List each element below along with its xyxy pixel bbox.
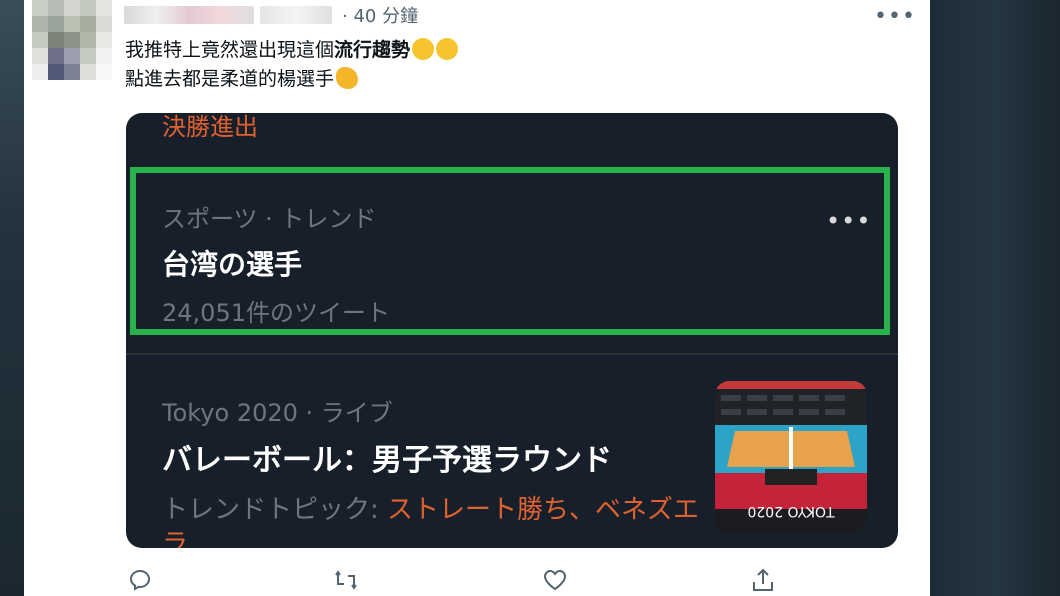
trend2-topic: トレンドトピック: ストレート勝ち、ベネズエラ xyxy=(162,493,702,548)
trend2-topic-prefix: トレンドトピック: xyxy=(162,495,388,525)
trend-tweet-count: 24,051件のツイート xyxy=(162,299,390,327)
action-bar xyxy=(128,568,888,594)
tweet-text-line1: 我推特上竟然還出現這個流行趨勢 xyxy=(125,36,459,65)
background-right xyxy=(930,0,1060,596)
user-names[interactable]: · 40 分鐘 xyxy=(124,2,418,28)
more-icon[interactable]: ••• xyxy=(874,4,916,29)
tweet-text-bold: 流行趨勢 xyxy=(334,39,411,61)
divider xyxy=(126,353,898,355)
tweet-text-line2-content: 點進去都是柔道的楊選手 xyxy=(125,68,335,90)
tweet-text: 我推特上竟然還出現這個流行趨勢 點進去都是柔道的楊選手 xyxy=(125,36,459,94)
background-left xyxy=(0,0,24,596)
trend2-title[interactable]: バレーボール：男子予選ラウンド xyxy=(162,435,612,479)
retweet-icon[interactable] xyxy=(333,568,359,596)
trend-title[interactable]: 台湾の選手 xyxy=(162,243,302,283)
rofl-emoji-icon xyxy=(436,38,459,60)
avatar[interactable] xyxy=(32,0,112,80)
thumbnail-text: TOKYO 2020 xyxy=(747,503,835,519)
display-name[interactable] xyxy=(124,6,254,24)
timestamp[interactable]: · 40 分鐘 xyxy=(342,2,418,28)
tweet-text-normal: 我推特上竟然還出現這個 xyxy=(125,39,335,61)
trend-more-icon[interactable]: ••• xyxy=(826,207,871,235)
clap-emoji-icon xyxy=(336,67,359,89)
trend-category: スポーツ · トレンド xyxy=(162,205,377,233)
share-icon[interactable] xyxy=(750,568,776,596)
trend2-category: Tokyo 2020 · ライブ xyxy=(162,399,393,427)
tweet-text-line2: 點進去都是柔道的楊選手 xyxy=(125,65,458,94)
reply-icon[interactable] xyxy=(128,568,152,596)
tweet[interactable]: · 40 分鐘 ••• 我推特上竟然還出現這個流行趨勢 點進去都是柔道的楊選手 … xyxy=(24,0,930,596)
screenshot-card[interactable]: 決勝進出 スポーツ · トレンド 台湾の選手 24,051件のツイート ••• … xyxy=(126,113,898,548)
trend-top-link[interactable]: 決勝進出 xyxy=(162,113,258,142)
rofl-emoji-icon xyxy=(412,38,435,60)
user-handle[interactable] xyxy=(260,6,332,24)
like-icon[interactable] xyxy=(542,568,568,596)
volleyball-thumbnail[interactable]: TOKYO 2020 xyxy=(715,381,867,533)
